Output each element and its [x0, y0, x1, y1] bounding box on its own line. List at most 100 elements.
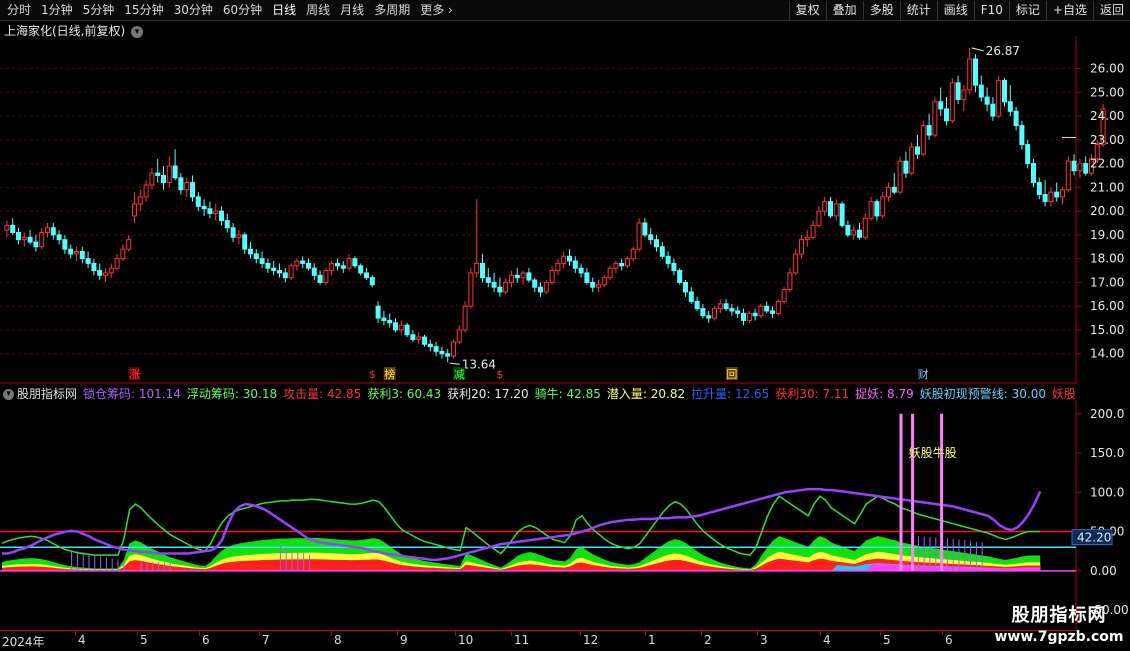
candle[interactable] [352, 256, 358, 269]
candle[interactable] [955, 75, 961, 105]
candle[interactable] [532, 277, 538, 292]
candle[interactable] [903, 151, 909, 178]
candle[interactable] [242, 232, 248, 254]
candle[interactable] [1007, 85, 1013, 117]
candle[interactable] [909, 142, 915, 176]
candle[interactable] [456, 325, 462, 345]
tool-button-3[interactable]: 统计 [899, 0, 937, 20]
period-tab-3[interactable]: 15分钟 [119, 0, 168, 20]
period-tab-7[interactable]: 周线 [301, 0, 335, 20]
tool-button-5[interactable]: F10 [973, 0, 1009, 20]
candle[interactable] [184, 177, 190, 197]
candle[interactable] [538, 282, 543, 297]
candle[interactable] [688, 287, 694, 304]
candle[interactable] [74, 246, 79, 262]
candle[interactable] [329, 261, 335, 276]
candle[interactable] [874, 199, 880, 221]
candle[interactable] [619, 258, 625, 271]
candlestick-chart[interactable]: 26.00 25.00 24.00 23.00 22.00 21.00 20.00 19.00… [0, 36, 1130, 384]
candle[interactable] [126, 234, 132, 252]
candle[interactable] [741, 308, 746, 326]
candle[interactable] [335, 258, 340, 271]
period-tab-2[interactable]: 5分钟 [78, 0, 120, 20]
event-marker[interactable]: 涨 [128, 367, 141, 381]
candle[interactable] [190, 175, 195, 202]
event-marker[interactable]: 回 [725, 367, 738, 381]
candle[interactable] [509, 270, 514, 288]
candle[interactable] [439, 346, 445, 359]
candle[interactable] [671, 258, 677, 276]
candle[interactable] [729, 303, 735, 316]
candle[interactable] [1019, 120, 1025, 150]
candle[interactable] [665, 251, 671, 269]
candle[interactable] [1083, 156, 1089, 176]
candle[interactable] [97, 263, 103, 281]
candle[interactable] [822, 196, 828, 216]
period-tab-1[interactable]: 1分钟 [36, 0, 78, 20]
candle[interactable] [543, 280, 549, 295]
candle[interactable] [172, 149, 178, 181]
candle[interactable] [195, 192, 201, 212]
candle[interactable] [625, 256, 630, 269]
candle[interactable] [62, 234, 68, 254]
candle[interactable] [161, 165, 166, 190]
candle[interactable] [717, 299, 723, 314]
candle[interactable] [393, 318, 398, 333]
candle[interactable] [891, 173, 897, 195]
candle[interactable] [706, 310, 712, 323]
candle[interactable] [712, 306, 717, 321]
candle[interactable] [584, 268, 590, 285]
candle[interactable] [79, 246, 85, 264]
candle[interactable] [944, 97, 949, 126]
candle[interactable] [1025, 139, 1031, 169]
candle[interactable] [1060, 187, 1065, 204]
candle[interactable] [973, 54, 978, 93]
candle[interactable] [416, 332, 422, 345]
candle[interactable] [659, 242, 665, 259]
candle[interactable] [114, 253, 120, 271]
tool-button-8[interactable]: 返回 [1092, 0, 1130, 20]
period-tab-8[interactable]: 月线 [335, 0, 369, 20]
indicator-chart[interactable]: 妖股牛股 200.0150.0100.050.000.00-50.0042.20 [0, 400, 1130, 630]
candle[interactable] [1013, 106, 1019, 131]
candle[interactable] [648, 227, 654, 245]
candle[interactable] [857, 223, 862, 240]
candle[interactable] [833, 199, 839, 221]
candle[interactable] [775, 299, 781, 316]
candle[interactable] [549, 265, 555, 285]
candle[interactable] [381, 310, 387, 326]
event-marker[interactable]: $ [496, 368, 503, 381]
candle[interactable] [561, 251, 567, 269]
candle[interactable] [497, 277, 503, 297]
candle[interactable] [752, 308, 758, 321]
candle[interactable] [764, 301, 770, 314]
event-marker[interactable]: $ [369, 368, 376, 381]
candle[interactable] [248, 242, 253, 259]
candle[interactable] [155, 158, 161, 183]
candle[interactable] [491, 272, 497, 292]
candle[interactable] [920, 120, 926, 157]
candle[interactable] [282, 268, 288, 283]
candle[interactable] [746, 310, 752, 323]
candle[interactable] [271, 261, 277, 276]
candle[interactable] [300, 256, 306, 269]
candle[interactable] [39, 227, 45, 250]
tool-button-4[interactable]: 画线 [936, 0, 974, 20]
candle[interactable] [694, 296, 700, 311]
candle[interactable] [253, 249, 259, 264]
candle[interactable] [868, 196, 874, 221]
candle[interactable] [398, 320, 404, 335]
candle[interactable] [636, 218, 642, 252]
tool-button-7[interactable]: +自选 [1045, 0, 1093, 20]
candle[interactable] [1031, 158, 1036, 188]
candle[interactable] [259, 251, 265, 269]
candle[interactable] [514, 268, 520, 283]
candle[interactable] [468, 268, 474, 309]
candle[interactable] [770, 306, 775, 319]
tool-button-0[interactable]: 复权 [788, 0, 826, 20]
candle[interactable] [1002, 78, 1007, 107]
candle[interactable] [224, 213, 230, 233]
candle[interactable] [306, 258, 311, 271]
candle[interactable] [839, 201, 845, 228]
candle[interactable] [596, 280, 601, 292]
